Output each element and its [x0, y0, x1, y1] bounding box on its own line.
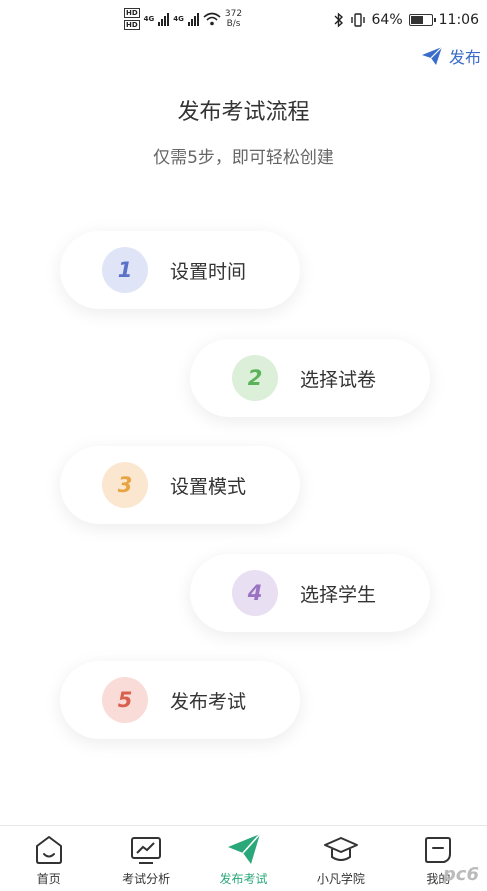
step-number: 5 — [102, 677, 148, 723]
step-set-time[interactable]: 1 设置时间 — [60, 231, 300, 309]
wifi-icon — [203, 12, 221, 26]
status-bar: HD HD 4G 4G 372 B/s 64% 11:06 — [0, 0, 487, 40]
step-number: 3 — [102, 462, 148, 508]
home-icon — [35, 836, 62, 864]
nav-analysis[interactable]: 考试分析 — [97, 826, 194, 891]
speed-value: 372 — [224, 9, 243, 19]
page-title: 发布考试流程 — [177, 100, 310, 125]
hd-badge: HD — [124, 20, 140, 30]
network-type: 4G — [143, 15, 155, 23]
graduation-cap-icon — [323, 837, 358, 861]
nav-label: 小凡学院 — [316, 872, 365, 886]
network-type: 4G — [173, 15, 184, 23]
step-select-paper[interactable]: 2 选择试卷 — [190, 339, 430, 417]
nav-label: 首页 — [36, 872, 61, 886]
nav-home[interactable]: 首页 — [0, 826, 97, 891]
step-label: 选择学生 — [300, 583, 377, 606]
publish-button[interactable]: 发布 — [421, 44, 481, 68]
nav-academy[interactable]: 小凡学院 — [292, 826, 389, 891]
step-select-students[interactable]: 4 选择学生 — [190, 554, 430, 632]
step-label: 选择试卷 — [300, 368, 377, 391]
status-right: 64% 11:06 — [334, 12, 479, 28]
battery-icon — [408, 14, 436, 26]
analysis-icon — [131, 837, 162, 864]
battery-percent: 64% — [371, 12, 403, 28]
publish-label: 发布 — [448, 48, 481, 67]
step-label: 设置时间 — [170, 260, 247, 283]
page-subtitle: 仅需5步，即可轻松创建 — [153, 148, 334, 168]
watermark: pc6 — [442, 864, 479, 885]
step-number: 4 — [232, 570, 278, 616]
step-number: 2 — [232, 355, 278, 401]
nav-label: 考试分析 — [122, 872, 171, 886]
step-label: 发布考试 — [170, 690, 247, 713]
paper-plane-icon — [227, 833, 261, 864]
bluetooth-icon — [334, 12, 343, 28]
nav-label: 发布考试 — [219, 872, 268, 886]
clock: 11:06 — [438, 12, 479, 28]
signal-icon — [158, 12, 170, 26]
step-number: 1 — [102, 247, 148, 293]
step-set-mode[interactable]: 3 设置模式 — [60, 446, 300, 524]
paper-plane-icon — [421, 46, 443, 65]
signal-icon — [187, 12, 199, 26]
hd-badge: HD — [124, 8, 140, 18]
step-publish-exam[interactable]: 5 发布考试 — [60, 661, 300, 739]
step-label: 设置模式 — [170, 475, 247, 498]
vibrate-icon — [350, 13, 365, 27]
status-left: HD HD 4G 4G 372 B/s — [124, 8, 242, 30]
profile-icon — [425, 837, 452, 863]
speed-unit: B/s — [226, 19, 241, 29]
bottom-nav: 首页 考试分析 发布考试 小凡学院 我的 pc6 — [0, 825, 487, 891]
nav-publish-exam[interactable]: 发布考试 — [195, 826, 292, 891]
network-speed: 372 B/s — [225, 9, 242, 29]
